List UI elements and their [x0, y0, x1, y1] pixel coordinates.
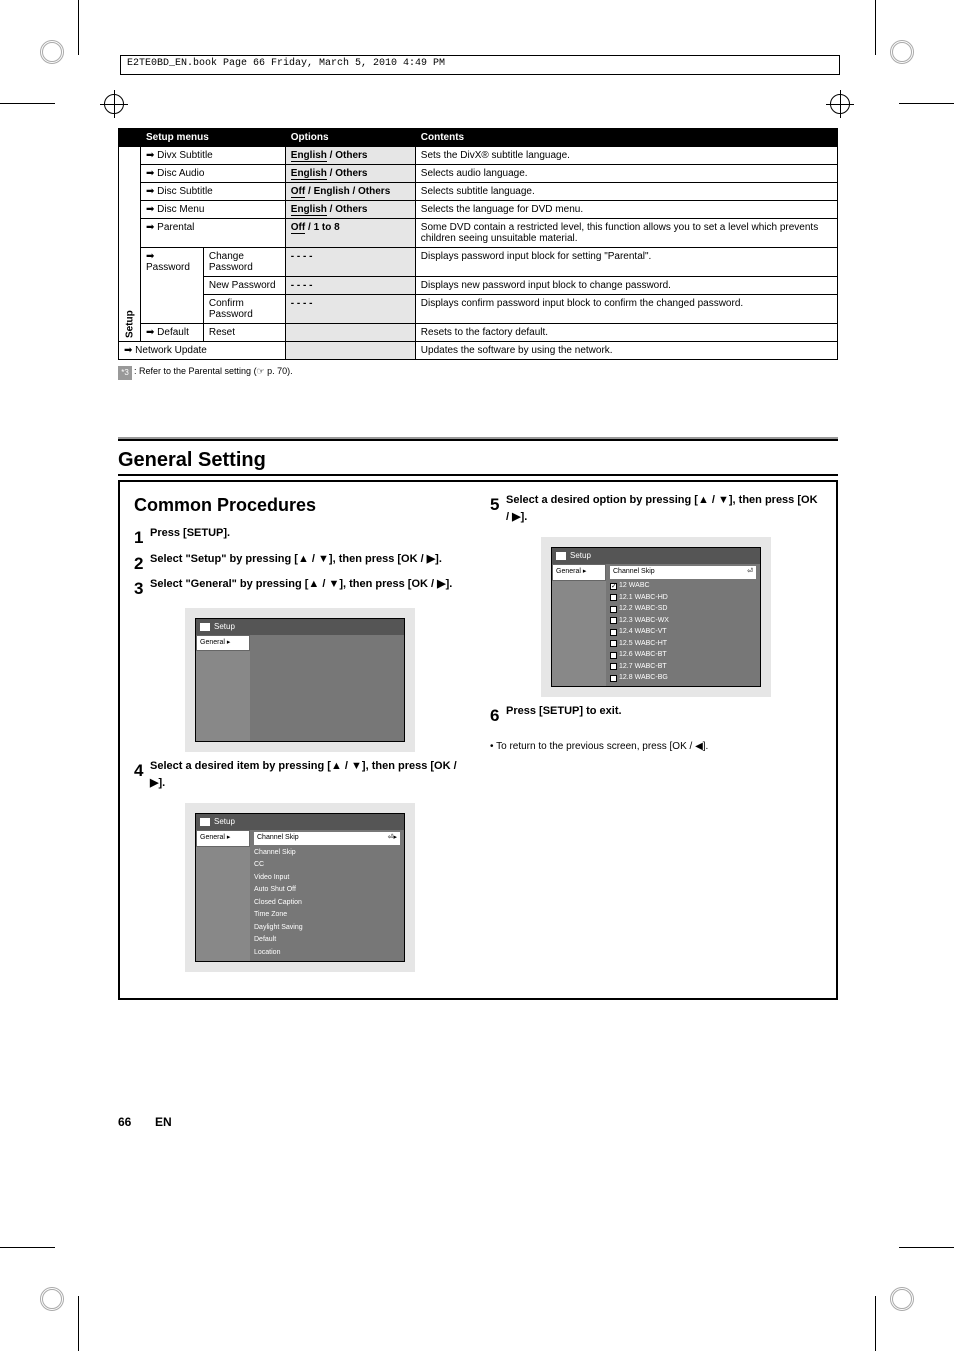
table-row: ➡ Disc SubtitleOff / English / OthersSel… — [119, 183, 838, 201]
settings-table: Setup menusOptionsContents Setup➡ Divx S… — [118, 128, 838, 360]
procedures-panel: Common Procedures 1Press [SETUP].2Select… — [118, 480, 838, 1000]
desc-cell: Selects the language for DVD menu. — [415, 201, 837, 219]
menu-sublabel: Reset — [203, 324, 285, 342]
registration-mark — [890, 1287, 914, 1311]
option-cell: - - - - — [285, 277, 415, 295]
desc-cell: Displays new password input block to cha… — [415, 277, 837, 295]
menu-label: ➡ Divx Subtitle — [141, 147, 286, 165]
page-lang-label: EN — [155, 1115, 172, 1129]
desc-cell: Selects subtitle language. — [415, 183, 837, 201]
table-row: ➡ DefaultReset Resets to the factory defa… — [119, 324, 838, 342]
table-row: ➡ ParentalOff / 1 to 8Some DVD contain a… — [119, 219, 838, 248]
option-cell: - - - - — [285, 248, 415, 277]
registration-cross — [826, 90, 854, 118]
desc-cell: Updates the software by using the networ… — [415, 342, 837, 360]
crop-mark — [899, 1247, 954, 1248]
table-row: ➡ Network Update Updates the software by … — [119, 342, 838, 360]
crop-mark — [78, 1296, 79, 1351]
footnote: *3 : Refer to the Parental setting (☞ p.… — [118, 366, 838, 377]
footnote-text: : Refer to the Parental setting (☞ p. 70… — [134, 366, 293, 376]
print-header: E2TE0BD_EN.book Page 66 Friday, March 5,… — [120, 55, 840, 75]
crop-mark — [0, 1247, 55, 1248]
step: 2Select "Setup" by pressing [▲ / ▼], the… — [134, 551, 466, 577]
menu-sublabel: New Password — [203, 277, 285, 295]
table-row: New Password- - - -Displays new password… — [119, 277, 838, 295]
desc-cell: Selects audio language. — [415, 165, 837, 183]
table-row: Setup➡ Divx SubtitleEnglish / OthersSets… — [119, 147, 838, 165]
desc-cell: Resets to the factory default. — [415, 324, 837, 342]
section-divider — [118, 437, 838, 441]
crop-mark — [78, 0, 79, 55]
menu-label: ➡ Disc Subtitle — [141, 183, 286, 201]
menu-label: ➡ Disc Menu — [141, 201, 286, 219]
menu-label: ➡ Parental — [141, 219, 286, 248]
step: 3Select "General" by pressing [▲ / ▼], t… — [134, 576, 466, 602]
table-row: Confirm Password- - - -Displays confirm … — [119, 295, 838, 324]
menu-label: ➡ Password — [141, 248, 204, 324]
crop-mark — [875, 1296, 876, 1351]
group-label: Setup — [119, 147, 141, 342]
th-menus: Setup menus — [141, 129, 286, 147]
option-cell: Off / 1 to 8 — [285, 219, 415, 248]
menu-label: ➡ Disc Audio — [141, 165, 286, 183]
step: 4Select a desired item by pressing [▲ / … — [134, 758, 466, 797]
desc-cell: Some DVD contain a restricted level, thi… — [415, 219, 837, 248]
registration-mark — [40, 40, 64, 64]
table-row: ➡ PasswordChange Password- - - -Displays… — [119, 248, 838, 277]
option-cell: Off / English / Others — [285, 183, 415, 201]
table-row: ➡ Disc MenuEnglish / OthersSelects the l… — [119, 201, 838, 219]
menu-sublabel: Confirm Password — [203, 295, 285, 324]
desc-cell: Displays confirm password input block to… — [415, 295, 837, 324]
step: 5Select a desired option by pressing [▲ … — [490, 492, 822, 531]
menu-label: ➡ Network Update — [119, 342, 286, 360]
section-title: General Setting — [118, 449, 838, 476]
page-number: 66 — [118, 1115, 131, 1129]
th-options: Options — [285, 129, 415, 147]
option-cell: - - - - — [285, 295, 415, 324]
registration-mark — [40, 1287, 64, 1311]
option-cell: English / Others — [285, 165, 415, 183]
registration-mark — [890, 40, 914, 64]
desc-cell: Displays password input block for settin… — [415, 248, 837, 277]
option-cell — [285, 324, 415, 342]
table-row: ➡ Disc AudioEnglish / OthersSelects audi… — [119, 165, 838, 183]
option-cell: English / Others — [285, 201, 415, 219]
panel-title: Common Procedures — [134, 492, 466, 519]
crop-mark — [0, 103, 55, 104]
registration-cross — [100, 90, 128, 118]
menu-label: ➡ Default — [141, 324, 204, 342]
desc-cell: Sets the DivX® subtitle language. — [415, 147, 837, 165]
crop-mark — [899, 103, 954, 104]
option-cell: English / Others — [285, 147, 415, 165]
step: 6Press [SETUP] to exit. — [490, 703, 822, 729]
crop-mark — [875, 0, 876, 55]
menu-sublabel: Change Password — [203, 248, 285, 277]
return-note: • To return to the previous screen, pres… — [490, 739, 822, 754]
option-cell — [285, 342, 415, 360]
th-contents: Contents — [415, 129, 837, 147]
step: 1Press [SETUP]. — [134, 525, 466, 551]
asterisk-badge: *3 — [118, 366, 132, 380]
